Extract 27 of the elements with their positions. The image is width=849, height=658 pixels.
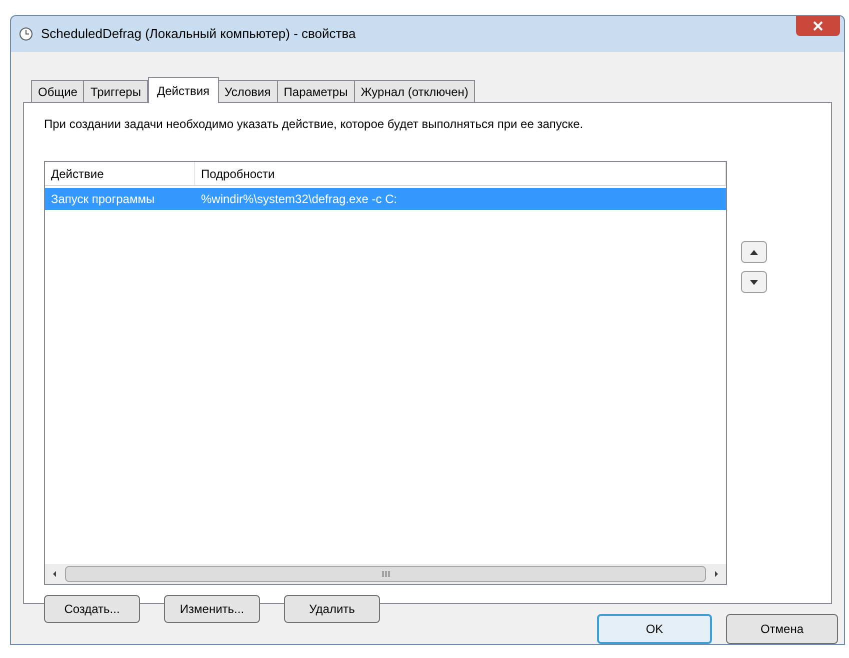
move-down-button[interactable] (741, 271, 767, 293)
clock-icon (19, 27, 33, 41)
grip-icon (382, 571, 390, 577)
up-arrow-icon (750, 250, 758, 254)
tab[interactable]: Журнал (отключен) (354, 80, 476, 102)
tab[interactable]: Условия (218, 80, 278, 102)
action-button[interactable]: Изменить... (164, 595, 260, 623)
close-button[interactable] (796, 16, 840, 36)
scrollbar-thumb[interactable] (65, 566, 706, 582)
horizontal-scrollbar[interactable] (45, 564, 726, 584)
action-button[interactable]: Удалить (284, 595, 380, 623)
tab[interactable]: Триггеры (84, 80, 148, 102)
tab[interactable]: Действия (148, 77, 219, 103)
action-button[interactable]: Создать... (44, 595, 140, 623)
tab[interactable]: Общие (31, 80, 84, 102)
table-cell-text: Запуск программы (50, 191, 156, 208)
down-arrow-icon (750, 280, 758, 284)
dialog-button[interactable]: OK (597, 614, 712, 644)
description-text: При создании задачи необходимо указать действие, которое будет выполняться при ее запуске. (44, 116, 584, 133)
column-header[interactable]: Действие (45, 162, 195, 185)
column-header[interactable]: Подробности (195, 162, 726, 185)
close-icon (813, 21, 823, 31)
table-cell-text: %windir%\system32\defrag.exe -c C: (200, 191, 398, 208)
tab[interactable]: Параметры (278, 80, 355, 102)
dialog-button[interactable]: Отмена (726, 614, 838, 644)
window-title: ScheduledDefrag (Локальный компьютер) - свойства (41, 25, 356, 44)
move-up-button[interactable] (741, 241, 767, 263)
